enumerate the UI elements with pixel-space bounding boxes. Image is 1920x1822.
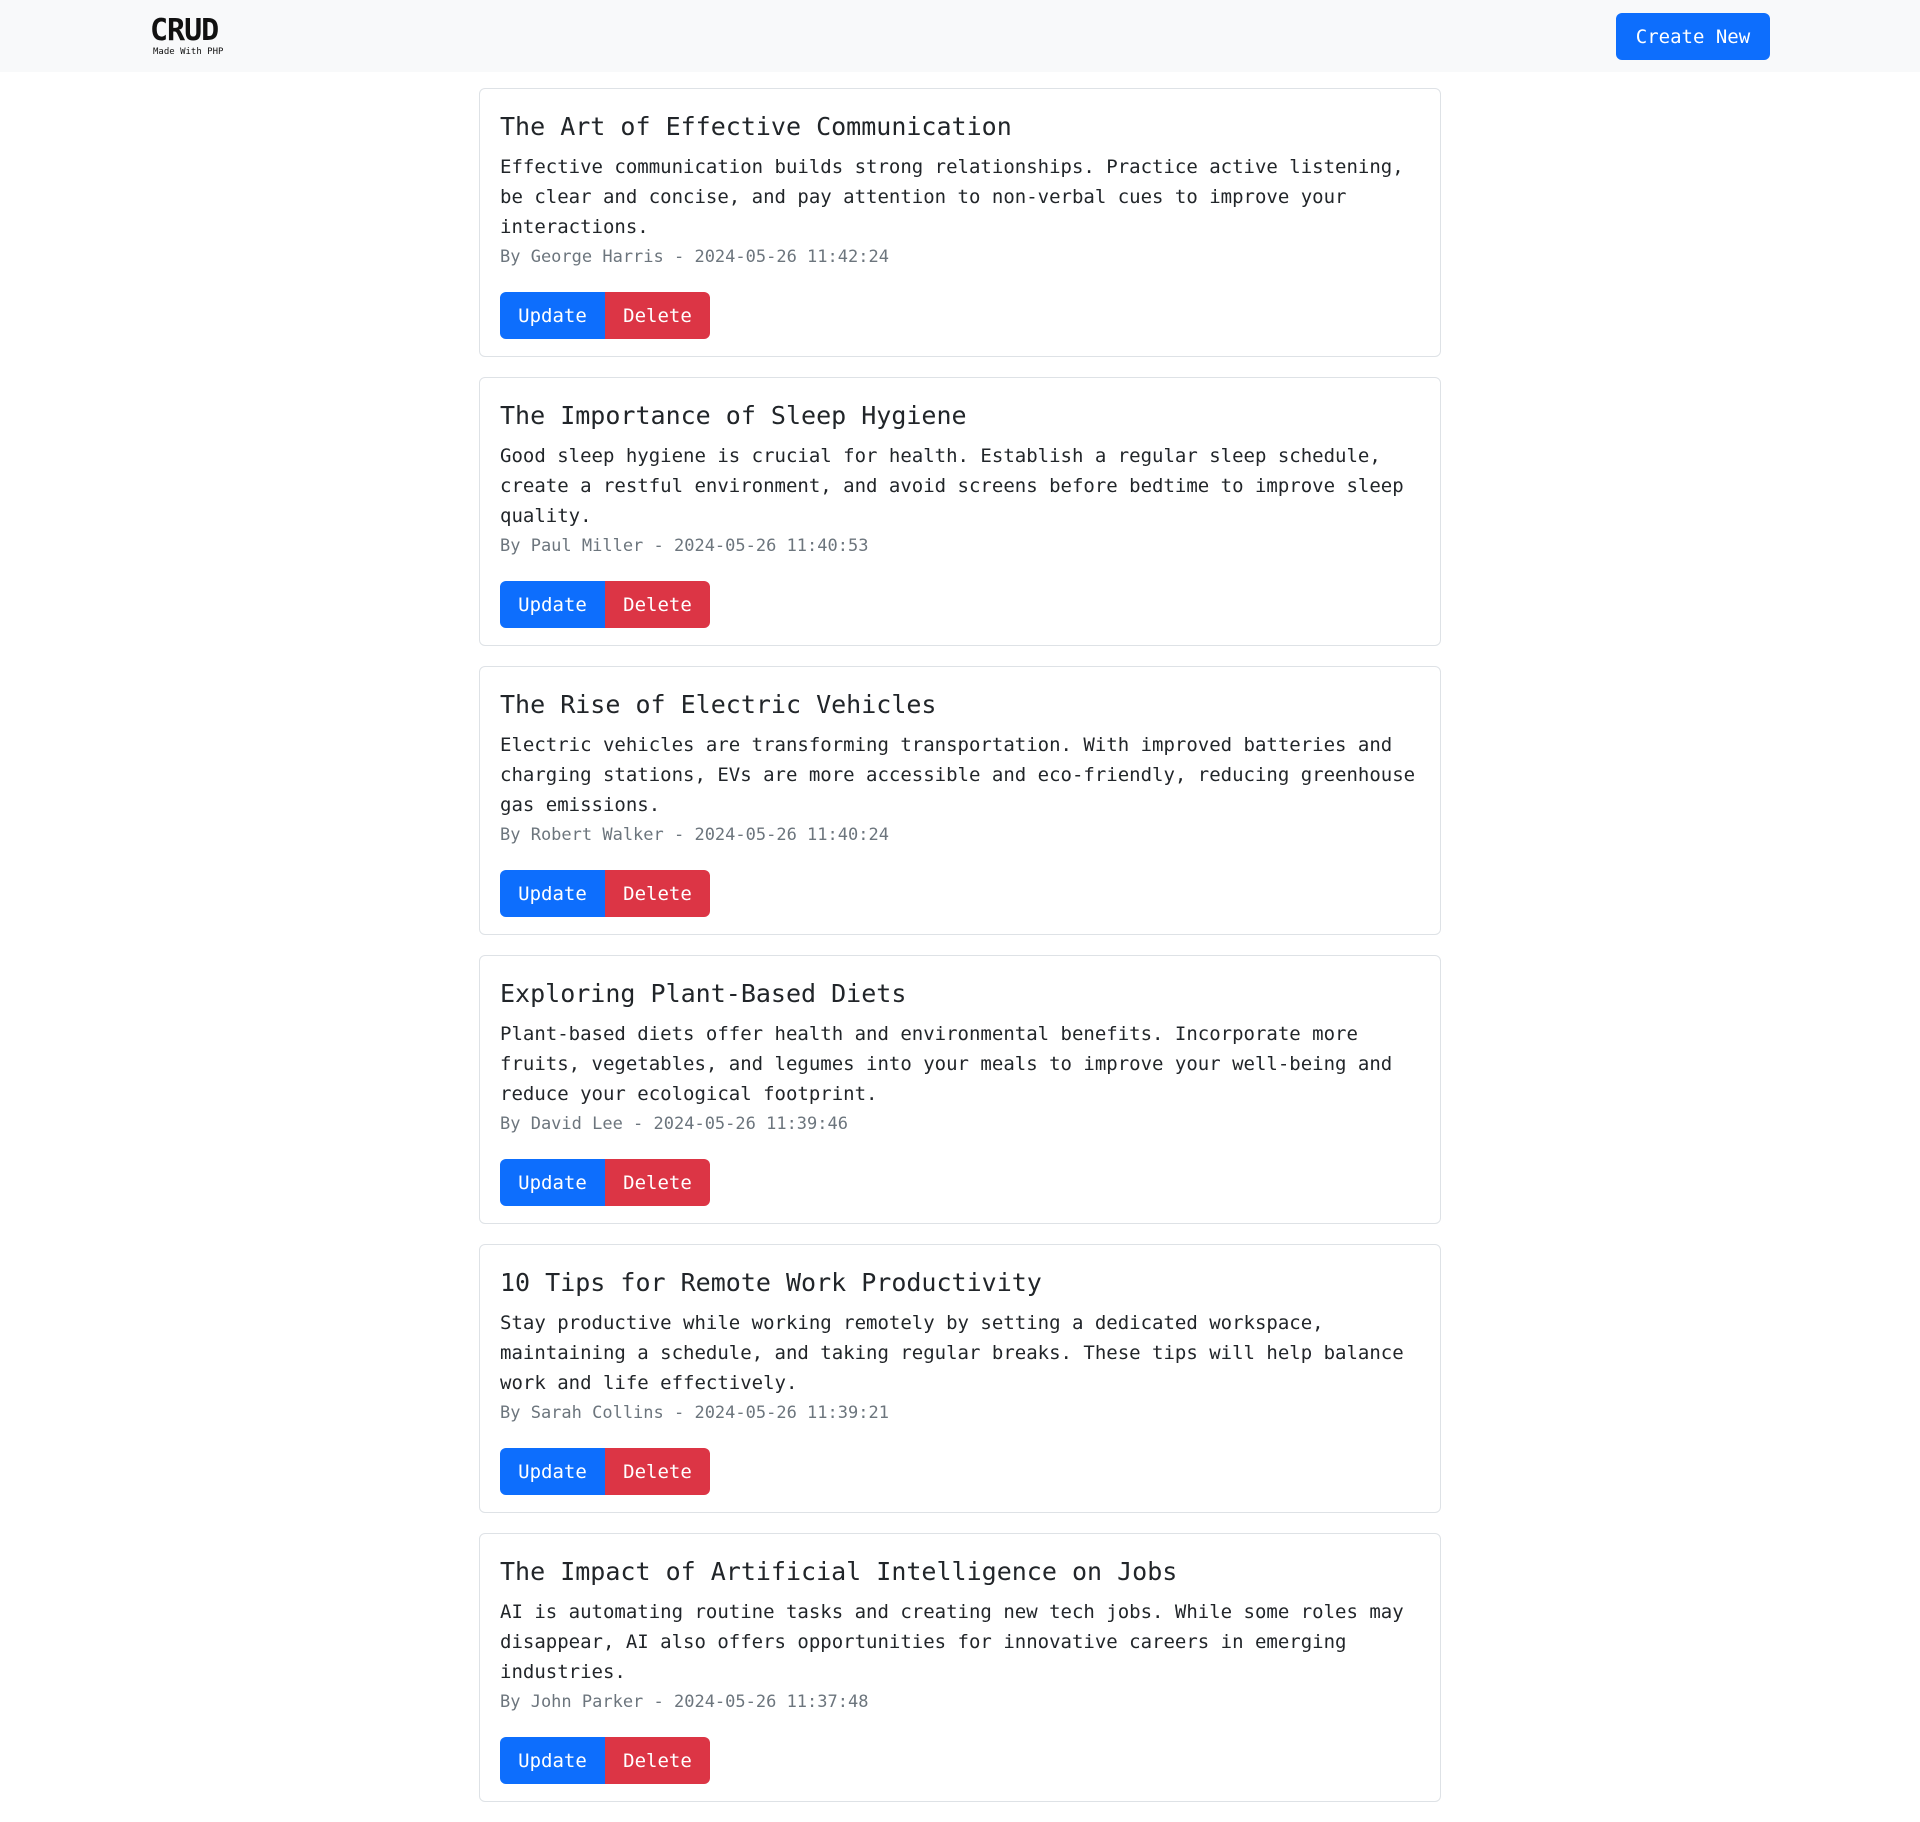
post-body: Good sleep hygiene is crucial for health…	[500, 445, 1404, 528]
post-card: 10 Tips for Remote Work Productivity Sta…	[479, 1244, 1441, 1513]
delete-button[interactable]: Delete	[605, 1159, 710, 1207]
brand-subtitle: Made With PHP	[153, 47, 224, 57]
post-title: The Impact of Artificial Intelligence on…	[500, 1557, 1178, 1586]
update-button[interactable]: Update	[500, 1737, 605, 1785]
update-button[interactable]: Update	[500, 581, 605, 629]
post-meta: By John Parker - 2024-05-26 11:37:48	[500, 1692, 869, 1713]
post-body: Stay productive while working remotely b…	[500, 1312, 1404, 1395]
post-actions: Update Delete	[500, 870, 1420, 918]
update-button[interactable]: Update	[500, 1159, 605, 1207]
post-actions: Update Delete	[500, 1448, 1420, 1496]
update-button[interactable]: Update	[500, 1448, 605, 1496]
post-body: Effective communication builds strong re…	[500, 156, 1404, 239]
post-meta: By Sarah Collins - 2024-05-26 11:39:21	[500, 1403, 889, 1424]
post-meta: By George Harris - 2024-05-26 11:42:24	[500, 247, 889, 268]
post-card: The Rise of Electric Vehicles Electric v…	[479, 666, 1441, 935]
update-button[interactable]: Update	[500, 870, 605, 918]
post-actions: Update Delete	[500, 1159, 1420, 1207]
post-meta: By Robert Walker - 2024-05-26 11:40:24	[500, 825, 889, 846]
post-title: Exploring Plant-Based Diets	[500, 979, 907, 1008]
delete-button[interactable]: Delete	[605, 292, 710, 340]
brand-logo[interactable]: CRUD Made With PHP	[150, 16, 223, 57]
post-card: The Importance of Sleep Hygiene Good sle…	[479, 377, 1441, 646]
post-meta: By Paul Miller - 2024-05-26 11:40:53	[500, 536, 869, 557]
navbar: CRUD Made With PHP Create New	[0, 0, 1920, 72]
post-body: AI is automating routine tasks and creat…	[500, 1601, 1404, 1684]
post-body: Plant-based diets offer health and envir…	[500, 1023, 1393, 1106]
post-card: The Art of Effective Communication Effec…	[479, 88, 1441, 357]
post-card: Exploring Plant-Based Diets Plant-based …	[479, 955, 1441, 1224]
post-actions: Update Delete	[500, 581, 1420, 629]
delete-button[interactable]: Delete	[605, 581, 710, 629]
post-title: The Art of Effective Communication	[500, 112, 1012, 141]
create-new-button[interactable]: Create New	[1616, 13, 1770, 60]
post-title: 10 Tips for Remote Work Productivity	[500, 1268, 1042, 1297]
post-list: The Art of Effective Communication Effec…	[479, 88, 1441, 1822]
post-body: Electric vehicles are transforming trans…	[500, 734, 1416, 817]
post-meta: By David Lee - 2024-05-26 11:39:46	[500, 1114, 848, 1135]
post-title: The Importance of Sleep Hygiene	[500, 401, 967, 430]
delete-button[interactable]: Delete	[605, 870, 710, 918]
post-title: The Rise of Electric Vehicles	[500, 690, 937, 719]
brand-title: CRUD	[150, 13, 219, 48]
post-actions: Update Delete	[500, 292, 1420, 340]
delete-button[interactable]: Delete	[605, 1448, 710, 1496]
delete-button[interactable]: Delete	[605, 1737, 710, 1785]
post-actions: Update Delete	[500, 1737, 1420, 1785]
update-button[interactable]: Update	[500, 292, 605, 340]
post-card: The Impact of Artificial Intelligence on…	[479, 1533, 1441, 1802]
